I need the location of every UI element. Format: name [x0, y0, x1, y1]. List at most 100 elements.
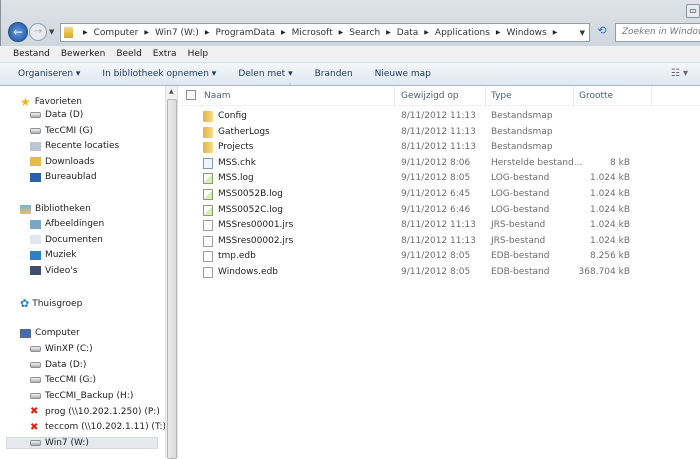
toolbar-button[interactable]: Nieuwe map — [375, 69, 431, 79]
nav-item[interactable]: ✖ prog (\\10.202.1.250) (P:) — [30, 406, 160, 417]
windows-drive-icon — [30, 440, 41, 446]
file-size: 1.024 kB — [589, 189, 630, 199]
sort-arrow-icon: ˆ — [288, 83, 292, 91]
nav-item-label: Computer — [35, 328, 80, 338]
breadcrumb-item[interactable]: Data — [397, 28, 419, 38]
file-size: 1.024 kB — [589, 220, 630, 231]
file-type: JRS-bestand — [491, 235, 546, 246]
nav-section-header[interactable]: ✿ Thuisgroep — [20, 297, 82, 310]
breadcrumb-separator-icon[interactable]: ▶ — [281, 29, 286, 36]
menu-item[interactable]: Extra — [153, 49, 177, 59]
breadcrumb-separator-icon[interactable]: ▶ — [205, 29, 210, 36]
star-icon: ★ — [20, 95, 31, 109]
file-name: MSS0052C.log — [218, 204, 283, 215]
nav-item[interactable]: Data (D:) — [30, 360, 86, 370]
nav-item[interactable]: ✖ teccom (\\10.202.1.11) (T:) — [30, 422, 166, 433]
toolbar-button[interactable]: Organiseren ▾ — [18, 69, 80, 79]
toolbar-button[interactable]: In bibliotheek opnemen ▾ — [102, 69, 216, 79]
nav-item[interactable]: WinXP (C:) — [30, 344, 93, 354]
column-header-size[interactable]: Grootte — [579, 91, 613, 101]
file-name: MSS0052B.log — [218, 189, 283, 199]
folder-icon — [64, 27, 73, 38]
change-view-icon[interactable]: ☷ ▾ — [671, 68, 688, 79]
navigation-pane-scrollbar[interactable]: ▲ — [165, 86, 177, 459]
column-header-type[interactable]: Type — [491, 91, 512, 101]
breadcrumb-separator-icon[interactable]: ▶ — [144, 29, 149, 36]
recent-pages-dropdown[interactable]: ▼ — [49, 28, 54, 36]
menu-item[interactable]: Beeld — [116, 49, 141, 59]
breadcrumb-item[interactable]: ProgramData — [216, 28, 275, 38]
file-row[interactable]: MSSres00002.jrs 8/11/2012 11:13 JRS-bestan… — [178, 234, 700, 249]
file-row[interactable]: MSS.log 9/11/2012 8:05 LOG-bestand 1.024 kB — [178, 171, 700, 186]
file-modified: 8/11/2012 11:13 — [401, 235, 476, 246]
nav-section-header[interactable]: Computer — [20, 328, 80, 338]
nav-item[interactable]: Video's — [30, 266, 77, 276]
disconnected-network-drive-icon: ✖ — [30, 406, 39, 417]
file-type: Herstelde bestand... — [491, 157, 583, 168]
address-dropdown-icon[interactable]: ▼ — [580, 29, 585, 37]
breadcrumb-separator-icon[interactable]: ▶ — [83, 29, 88, 36]
nav-item[interactable]: Bureaublad — [30, 172, 97, 182]
back-button[interactable]: ← — [8, 22, 28, 42]
menu-item[interactable]: Bestand — [13, 49, 50, 59]
restore-button[interactable]: ▭ — [686, 4, 700, 18]
file-row[interactable]: GatherLogs 8/11/2012 11:13 Bestandsmap — [178, 125, 700, 140]
scrollbar-thumb[interactable] — [167, 99, 177, 459]
breadcrumb-item[interactable]: Computer — [94, 28, 139, 38]
file-modified: 9/11/2012 8:05 — [401, 173, 471, 184]
nav-item[interactable]: TecCMI (G:) — [30, 375, 96, 385]
file-type: LOG-bestand — [491, 173, 550, 184]
menu-item[interactable]: Bewerken — [61, 49, 105, 59]
column-header-modified[interactable]: Gewijzigd op — [401, 91, 459, 101]
file-row[interactable]: MSS0052C.log 9/11/2012 6:46 LOG-bestand 1.0… — [178, 203, 700, 218]
file-row[interactable]: MSS0052B.log 9/11/2012 6:45 LOG-bestand 1.0… — [178, 187, 700, 202]
file-icon — [203, 267, 213, 278]
file-row[interactable]: Projects 8/11/2012 11:13 Bestandsmap — [178, 140, 700, 155]
column-header-name[interactable]: Naam — [204, 91, 231, 101]
file-modified: 8/11/2012 11:13 — [401, 111, 476, 121]
scroll-up-icon[interactable]: ▲ — [169, 88, 174, 95]
file-size: 1.024 kB — [589, 235, 630, 246]
toolbar-button[interactable]: Branden — [315, 69, 353, 79]
file-row[interactable]: MSS.chk 9/11/2012 8:06 Herstelde bestand..… — [178, 156, 700, 171]
nav-item[interactable]: Downloads — [30, 157, 94, 167]
breadcrumb-item[interactable]: Win7 (W:) — [155, 28, 199, 38]
nav-item[interactable]: Afbeeldingen — [30, 219, 104, 229]
nav-section-header[interactable]: Bibliotheken — [20, 204, 91, 214]
file-modified: 9/11/2012 8:06 — [401, 157, 471, 168]
file-row[interactable]: Windows.edb 9/11/2012 8:05 EDB-bestand 368.… — [178, 265, 700, 280]
file-name: Windows.edb — [218, 267, 278, 277]
search-input[interactable]: Zoeken in Windows — [615, 23, 700, 42]
nav-item[interactable]: Data (D) — [30, 110, 83, 120]
breadcrumb-item[interactable]: Windows — [507, 28, 547, 38]
nav-item-label: teccom (\\10.202.1.11) (T:) — [45, 422, 166, 432]
breadcrumb-item[interactable]: Microsoft — [292, 28, 333, 38]
nav-item[interactable]: Documenten — [30, 235, 103, 245]
nav-item-label: TecCMI (G:) — [45, 375, 97, 385]
file-icon — [203, 251, 213, 263]
breadcrumb-separator-icon[interactable]: ▶ — [553, 29, 558, 36]
nav-section-header[interactable]: ★ Favorieten — [20, 95, 82, 109]
breadcrumb-separator-icon[interactable]: ▶ — [496, 29, 501, 36]
select-all-checkbox[interactable] — [186, 90, 196, 100]
nav-item[interactable]: TecCMI (G) — [30, 126, 93, 136]
file-row[interactable]: tmp.edb 9/11/2012 8:05 EDB-bestand 8.256 kB — [178, 249, 700, 264]
toolbar-button[interactable]: Delen met ▾ — [238, 69, 292, 79]
breadcrumb-separator-icon[interactable]: ▶ — [424, 29, 429, 36]
file-row[interactable]: MSSres00001.jrs 8/11/2012 11:13 JRS-bestan… — [178, 218, 700, 233]
breadcrumb-separator-icon[interactable]: ▶ — [386, 29, 391, 36]
file-row[interactable]: Config 8/11/2012 11:13 Bestandsmap — [178, 109, 700, 124]
nav-item[interactable]: Muziek — [30, 250, 76, 260]
address-bar[interactable]: ▶ Computer ▶ Win7 (W:) ▶ ProgramData ▶ Microsof… — [60, 23, 590, 42]
nav-item[interactable]: Win7 (W:) — [6, 437, 158, 449]
menu-item[interactable]: Help — [188, 49, 209, 59]
nav-item[interactable]: Recente locaties — [30, 141, 119, 151]
command-bar: Organiseren ▾ In bibliotheek opnemen ▾ Del… — [0, 63, 700, 86]
forward-button[interactable]: → — [29, 23, 47, 41]
breadcrumb-item[interactable]: Search — [349, 28, 380, 38]
nav-item[interactable]: TecCMI_Backup (H:) — [30, 391, 133, 401]
breadcrumb-item[interactable]: Applications — [435, 28, 490, 38]
breadcrumb-separator-icon[interactable]: ▶ — [339, 29, 344, 36]
nav-item-label: Win7 (W:) — [45, 438, 89, 448]
refresh-icon[interactable]: ⟲ — [594, 24, 610, 41]
